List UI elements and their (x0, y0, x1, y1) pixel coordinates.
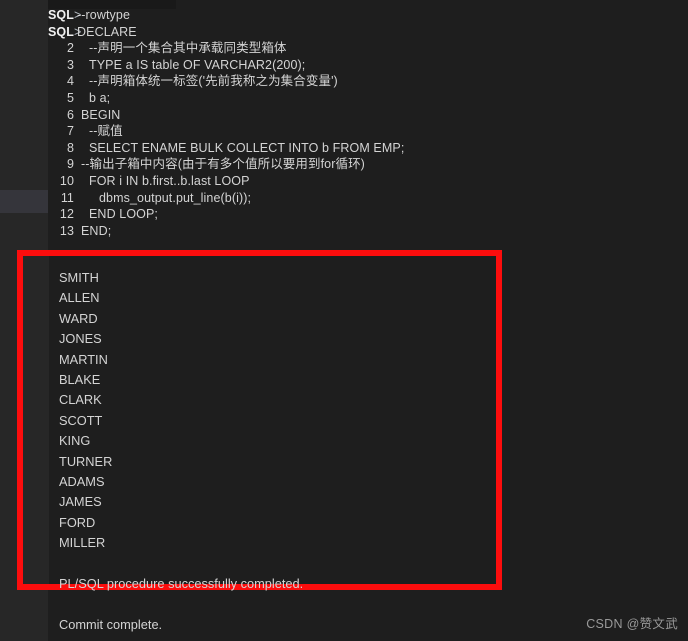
list-item: JAMES (59, 494, 102, 510)
code-line: 8 SELECT ENAME BULK COLLECT INTO b FROM E… (48, 140, 688, 157)
list-item: CLARK (59, 392, 102, 408)
csdn-watermark: CSDN @赞文武 (586, 617, 678, 631)
code-text: dbms_output.put_line(b(i)); (99, 190, 252, 205)
code-line: 9 --输出子箱中内容(由于有多个值所以要用到for循环) (48, 156, 688, 173)
sql-prompt: SQL> (48, 24, 82, 39)
line-number: 10 (59, 173, 74, 188)
sql-code-area[interactable]: SQL>--rowtype SQL>DECLARE 2 --声明一个集合其中承载同… (48, 7, 688, 239)
code-text: END LOOP; (89, 207, 158, 222)
list-item: JONES (59, 331, 102, 347)
code-text: --赋值 (89, 124, 123, 139)
list-item: SCOTT (59, 412, 103, 428)
code-text: --声明一个集合其中承载同类型箱体 (89, 41, 287, 56)
line-number: 2 (66, 41, 74, 56)
list-item: KING (59, 433, 91, 449)
code-line: 2 --声明一个集合其中承载同类型箱体 (48, 40, 688, 57)
code-line: 10 FOR i IN b.first..b.last LOOP (48, 173, 688, 190)
list-item: TURNER (59, 453, 113, 469)
gutter-highlight-block (0, 190, 48, 213)
code-text: DECLARE (77, 24, 137, 39)
code-text: FOR i IN b.first..b.last LOOP (89, 173, 250, 188)
line-number: 11 (60, 190, 74, 205)
sql-prompt: SQL> (48, 8, 82, 22)
line-number: 3 (66, 57, 74, 72)
code-text: SELECT ENAME BULK COLLECT INTO b FROM EM… (89, 140, 405, 155)
status-commit-complete: Commit complete. (59, 616, 163, 632)
code-line: 7 --赋值 (48, 123, 688, 140)
code-text: TYPE a IS table OF VARCHAR2(200); (89, 57, 306, 72)
code-line: SQL>DECLARE (48, 24, 688, 41)
line-number: 4 (66, 74, 74, 89)
list-item: MILLER (59, 535, 106, 551)
line-number: 13 (59, 223, 74, 238)
output-highlight-box: SMITH ALLEN WARD JONES MARTIN BLAKE CLAR… (17, 250, 502, 632)
list-item: BLAKE (59, 371, 101, 387)
list-item: MARTIN (59, 351, 108, 367)
code-text: --声明箱体统一标签('先前我称之为集合变量') (89, 74, 338, 89)
code-text: --rowtype (77, 8, 130, 22)
code-line: 5 b a; (48, 90, 688, 107)
list-item: FORD (59, 514, 96, 530)
line-number: 5 (66, 90, 74, 105)
code-line: 11 dbms_output.put_line(b(i)); (48, 190, 688, 207)
line-number: 8 (66, 140, 74, 155)
status-procedure-completed: PL/SQL procedure successfully completed. (59, 575, 304, 591)
list-item: WARD (59, 310, 98, 326)
code-text: --输出子箱中内容(由于有多个值所以要用到for循环) (81, 157, 365, 172)
output-region: SMITH ALLEN WARD JONES MARTIN BLAKE CLAR… (23, 256, 496, 632)
list-item: ALLEN (59, 290, 100, 306)
code-line: SQL>--rowtype (48, 7, 688, 24)
list-item: SMITH (59, 270, 99, 285)
code-text: b a; (89, 90, 111, 105)
sqlplus-console-screenshot: SQL>--rowtype SQL>DECLARE 2 --声明一个集合其中承载同… (0, 0, 688, 641)
code-line: 6 BEGIN (48, 107, 688, 124)
line-number: 6 (66, 107, 74, 122)
code-line: 4 --声明箱体统一标签('先前我称之为集合变量') (48, 73, 688, 90)
line-number: 12 (59, 207, 74, 222)
code-line: 12 END LOOP; (48, 206, 688, 223)
code-line: 3 TYPE a IS table OF VARCHAR2(200); (48, 57, 688, 74)
line-number: 7 (66, 124, 74, 139)
code-text: END; (81, 223, 112, 238)
code-line: 13 END; (48, 223, 688, 240)
output-gutter-fill (23, 256, 49, 584)
code-text: BEGIN (81, 107, 121, 122)
list-item: ADAMS (59, 473, 105, 489)
output-result-list: SMITH ALLEN WARD JONES MARTIN BLAKE CLAR… (59, 268, 492, 635)
line-number: 9 (66, 157, 74, 172)
